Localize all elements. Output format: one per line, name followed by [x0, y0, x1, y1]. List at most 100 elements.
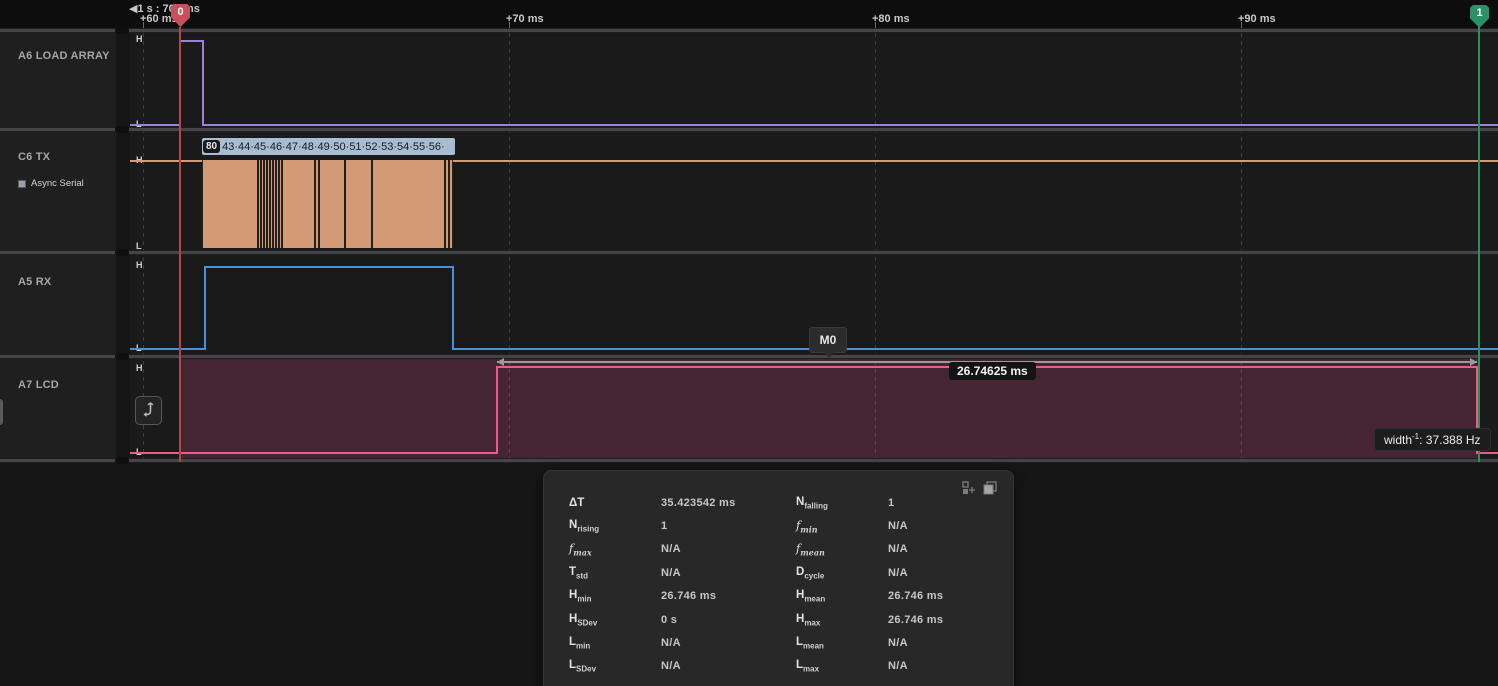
- high-level-label: H: [136, 34, 143, 44]
- measurement-value: N/A: [888, 520, 1013, 532]
- a5-wave-low-segment: [452, 348, 1498, 350]
- marker-1-line: [1478, 27, 1480, 462]
- arrowhead-right-icon: [1470, 358, 1477, 366]
- measurement-m0-badge[interactable]: M0: [809, 327, 847, 353]
- measurement-rows: ΔT35.423542 msNfalling1Nrising1fminN/Afm…: [544, 491, 1013, 678]
- panel-gutter: [116, 28, 130, 463]
- a5-wave-rising-edge: [204, 266, 206, 350]
- measurement-row: ΔT35.423542 msNfalling1: [544, 491, 1013, 514]
- a6-wave-high-segment: [179, 40, 204, 42]
- serial-transition: [272, 160, 274, 248]
- serial-transition: [314, 160, 316, 248]
- gridline: [143, 33, 144, 458]
- measurement-row: Nrising1fminN/A: [544, 514, 1013, 537]
- a5-wave-high-segment: [204, 266, 454, 268]
- measurement-row: TstdN/ADcycleN/A: [544, 561, 1013, 584]
- logic-analyzer-app: ◀1 s : 700 ms +60 ms+70 ms+80 ms+90 ms A…: [0, 0, 1498, 686]
- measurement-row: fmaxN/AfmeanN/A: [544, 538, 1013, 561]
- measurement-label: Nrising: [569, 519, 661, 533]
- serial-transition: [318, 160, 320, 248]
- measurement-row: Hmin26.746 msHmean26.746 ms: [544, 585, 1013, 608]
- freq-tooltip-base: width: [1384, 433, 1412, 447]
- measurement-label: fmin: [796, 518, 888, 534]
- measurement-value: N/A: [661, 543, 796, 555]
- timeline-ticks: +60 ms+70 ms+80 ms+90 ms: [0, 0, 1498, 28]
- arrowhead-left-icon: [497, 358, 504, 366]
- serial-transition: [371, 160, 373, 248]
- measurement-value: N/A: [661, 567, 796, 579]
- measurement-label: fmax: [569, 541, 661, 557]
- a6-wave-low-segment: [130, 124, 180, 126]
- serial-transition: [266, 160, 268, 248]
- a5-wave-low-segment: [130, 348, 206, 350]
- measurement-frequency-tooltip: width-1: 37.388 Hz: [1374, 428, 1491, 451]
- channel-label-a6[interactable]: A6 LOAD ARRAY: [18, 50, 110, 62]
- row-resize-handle[interactable]: [115, 126, 129, 133]
- row-separator: [0, 28, 1498, 33]
- serial-decode-strip[interactable]: 80 43·44·45·46·47·48·49·50·51·52·53·54·5…: [202, 138, 455, 155]
- serial-transition: [344, 160, 346, 248]
- freq-tooltip-rest: : 37.388 Hz: [1419, 433, 1480, 447]
- measurement-details-panel: ΔT35.423542 msNfalling1Nrising1fminN/Afm…: [543, 470, 1014, 686]
- serial-transition: [263, 160, 265, 248]
- measurement-value: N/A: [888, 660, 1013, 672]
- a7-wave-rising-edge: [496, 366, 498, 454]
- row-resize-handle[interactable]: [115, 249, 129, 256]
- measurement-row: LSDevN/ALmaxN/A: [544, 655, 1013, 678]
- row-separator: [0, 458, 1498, 463]
- channel-label-panel: [0, 28, 116, 463]
- channel-label-a7[interactable]: A7 LCD: [18, 379, 59, 391]
- jump-to-edge-button[interactable]: [135, 396, 162, 425]
- row-separator: [0, 127, 1498, 132]
- timeline-tick-label: +70 ms: [506, 13, 544, 25]
- marker-0-line: [179, 27, 181, 462]
- timeline[interactable]: ◀1 s : 700 ms +60 ms+70 ms+80 ms+90 ms: [0, 0, 1498, 28]
- measurement-label: Nfalling: [796, 496, 888, 510]
- channel-label-c6[interactable]: C6 TX: [18, 151, 50, 163]
- row-resize-handle[interactable]: [115, 353, 129, 360]
- measurement-value: N/A: [661, 660, 796, 672]
- row-resize-handle[interactable]: [115, 27, 129, 34]
- row-resize-handle[interactable]: [115, 457, 129, 464]
- measurement-value: 35.423542 ms: [661, 497, 796, 509]
- analyzer-row[interactable]: Async Serial: [18, 178, 84, 189]
- measurement-label: Lmean: [796, 636, 888, 650]
- channel-label-a5[interactable]: A5 RX: [18, 276, 51, 288]
- measurement-value: 0 s: [661, 614, 796, 626]
- panel-handle[interactable]: [0, 399, 3, 425]
- jump-to-edge-icon: [141, 402, 156, 419]
- measurement-value: 1: [661, 520, 796, 532]
- serial-transition: [260, 160, 262, 248]
- serial-transition: [269, 160, 271, 248]
- timeline-tick-label: +90 ms: [1238, 13, 1276, 25]
- measurement-value: 1: [888, 497, 1013, 509]
- timeline-tick-label: +80 ms: [872, 13, 910, 25]
- a5-wave-falling-edge: [452, 266, 454, 350]
- serial-transition: [281, 160, 283, 248]
- measurement-value: 26.746 ms: [888, 590, 1013, 602]
- measurement-label: Dcycle: [796, 566, 888, 580]
- a6-wave-falling-edge: [202, 40, 204, 126]
- a7-marker-selection-fill: [180, 359, 1478, 458]
- serial-transition: [278, 160, 280, 248]
- measurement-row: HSDev0 sHmax26.746 ms: [544, 608, 1013, 631]
- serial-transition: [448, 160, 450, 248]
- serial-first-byte-badge: 80: [203, 140, 220, 153]
- measurement-row: LminN/ALmeanN/A: [544, 631, 1013, 654]
- analyzer-name: Async Serial: [31, 178, 84, 189]
- serial-transition: [275, 160, 277, 248]
- row-separator: [0, 354, 1498, 359]
- high-level-label: H: [136, 260, 143, 270]
- a7-wave-low-segment: [130, 452, 498, 454]
- high-level-label: H: [136, 363, 143, 373]
- serial-transition: [257, 160, 259, 248]
- row-separator: [0, 250, 1498, 255]
- measurement-value: 26.746 ms: [888, 614, 1013, 626]
- measurement-label: Lmin: [569, 636, 661, 650]
- measurement-label: LSDev: [569, 659, 661, 673]
- serial-data-burst: [202, 160, 453, 248]
- measurement-value: N/A: [888, 567, 1013, 579]
- measurement-label: Hmax: [796, 613, 888, 627]
- measurement-label: Hmin: [569, 589, 661, 603]
- measurement-label: Lmax: [796, 659, 888, 673]
